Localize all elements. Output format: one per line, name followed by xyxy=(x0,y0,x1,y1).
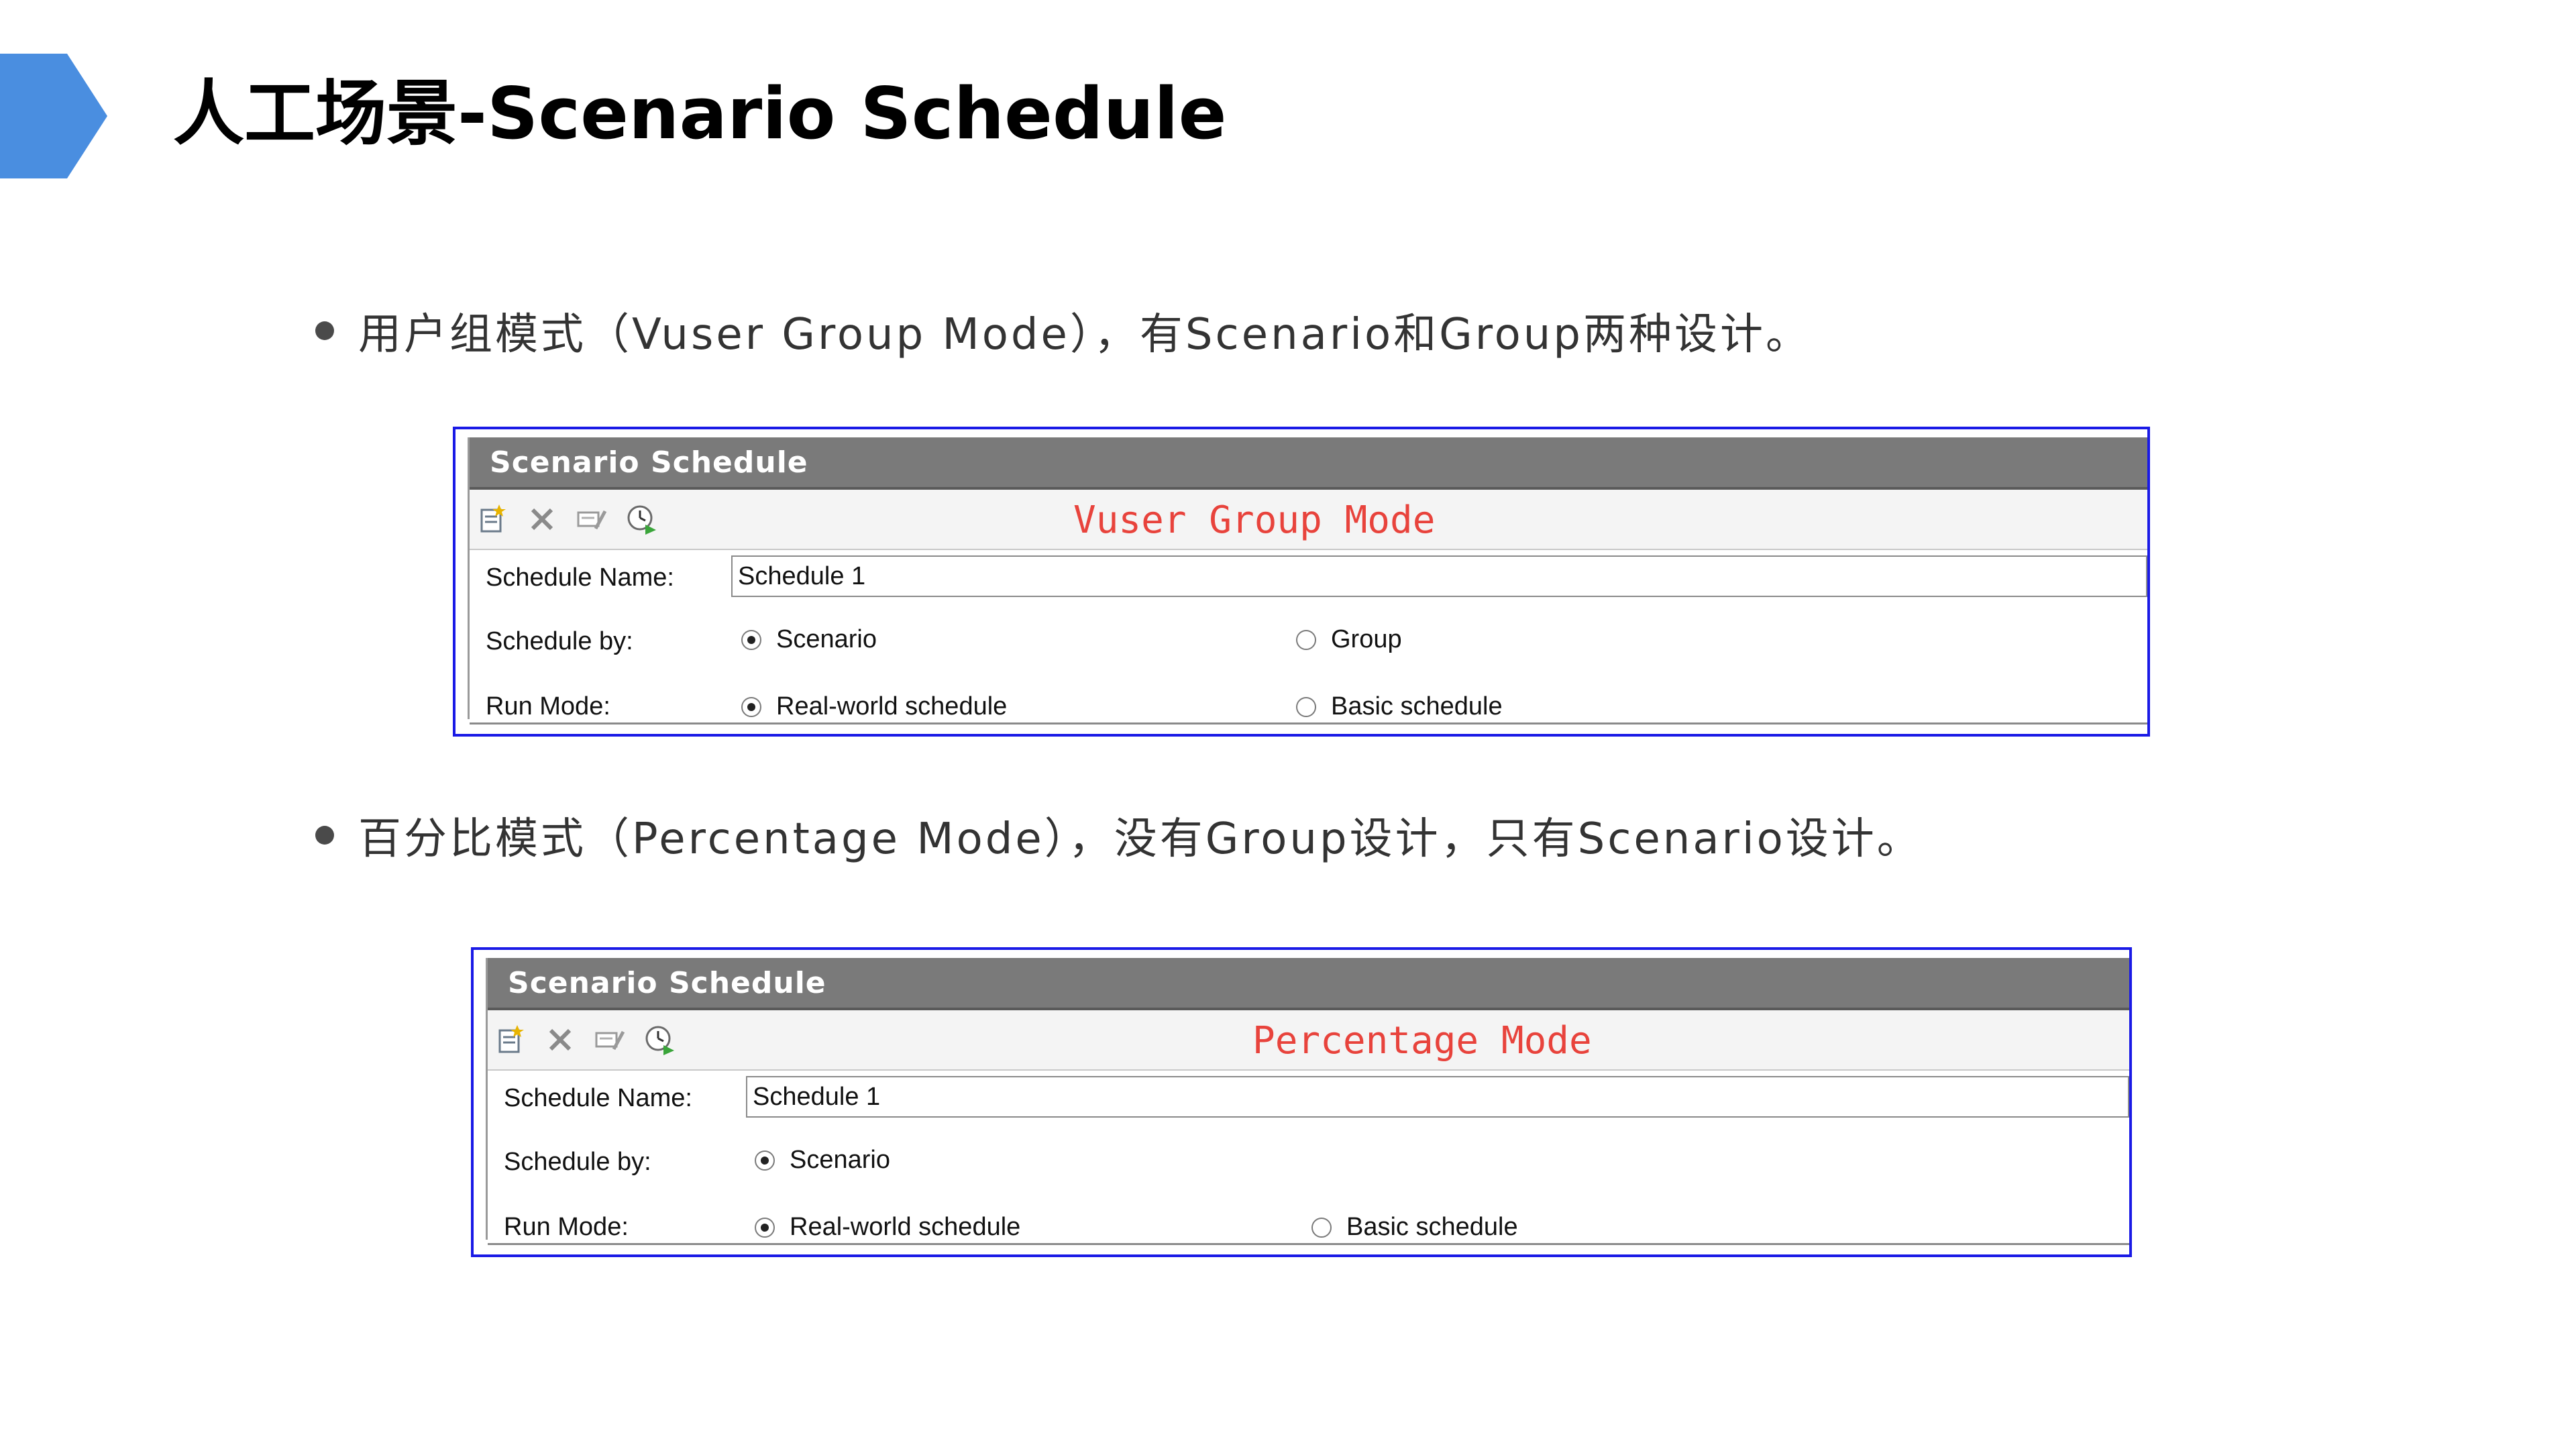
bullet-dot-icon xyxy=(315,321,334,340)
radio-label: Real-world schedule xyxy=(776,692,1008,720)
radio-unchecked-icon xyxy=(1311,1217,1332,1238)
radio-run-mode-basic[interactable]: Basic schedule xyxy=(1311,1213,1518,1242)
radio-label: Basic schedule xyxy=(1346,1213,1518,1241)
schedule-name-input[interactable]: Schedule 1 xyxy=(746,1076,2129,1118)
schedule-clock-icon[interactable] xyxy=(641,1021,678,1059)
rename-icon[interactable] xyxy=(591,1021,629,1059)
bullet-dot-icon xyxy=(315,826,334,845)
form-divider xyxy=(470,722,2147,724)
radio-schedule-by-group[interactable]: Group xyxy=(1296,625,1402,654)
radio-checked-icon xyxy=(755,1217,775,1238)
bullet-text: 百分比模式（Percentage Mode），没有Group设计，只有Scena… xyxy=(358,814,1923,864)
rename-icon[interactable] xyxy=(573,500,610,538)
delete-icon[interactable] xyxy=(523,500,561,538)
panel-title: Scenario Schedule xyxy=(490,445,808,480)
radio-checked-icon xyxy=(741,696,761,717)
radio-unchecked-icon xyxy=(1296,696,1316,717)
radio-label: Scenario xyxy=(790,1146,890,1174)
radio-run-mode-basic[interactable]: Basic schedule xyxy=(1296,692,1503,721)
mode-label-percentage: Percentage Mode xyxy=(1252,1018,1592,1063)
radio-checked-icon xyxy=(755,1150,775,1171)
schedule-toolbar: Vuser Group Mode xyxy=(470,490,2147,550)
scenario-schedule-panel-percentage: Scenario Schedule Percentage Mode Schedu… xyxy=(471,947,2132,1257)
radio-checked-icon xyxy=(741,629,761,650)
panel-window: Scenario Schedule Percentage Mode Schedu… xyxy=(486,958,2129,1245)
panel-window: Scenario Schedule Vuser Group Mode Sched… xyxy=(468,437,2147,724)
radio-unchecked-icon xyxy=(1296,629,1316,650)
new-schedule-icon[interactable] xyxy=(492,1021,529,1059)
panel-title-bar: Scenario Schedule xyxy=(488,958,2129,1010)
chevron-right-icon xyxy=(0,54,107,178)
panel-title-bar: Scenario Schedule xyxy=(470,437,2147,490)
run-mode-label: Run Mode: xyxy=(504,1213,629,1241)
schedule-by-label: Schedule by: xyxy=(504,1148,651,1176)
run-mode-label: Run Mode: xyxy=(486,692,610,720)
schedule-by-label: Schedule by: xyxy=(486,627,633,655)
radio-label: Group xyxy=(1331,625,1402,653)
form-divider xyxy=(488,1243,2129,1245)
radio-label: Real-world schedule xyxy=(790,1213,1021,1241)
schedule-clock-icon[interactable] xyxy=(623,500,660,538)
radio-label: Scenario xyxy=(776,625,877,653)
schedule-form: Schedule Name: Schedule 1 Schedule by: S… xyxy=(488,1071,2129,1245)
schedule-form: Schedule Name: Schedule 1 Schedule by: S… xyxy=(470,550,2147,724)
bullet-vuser-group-mode: 用户组模式（Vuser Group Mode），有Scenario和Group两… xyxy=(315,294,1811,368)
delete-icon[interactable] xyxy=(541,1021,579,1059)
new-schedule-icon[interactable] xyxy=(474,500,511,538)
radio-run-mode-real-world[interactable]: Real-world schedule xyxy=(741,692,1007,721)
schedule-name-input[interactable]: Schedule 1 xyxy=(731,555,2147,597)
radio-run-mode-real-world[interactable]: Real-world schedule xyxy=(755,1213,1020,1242)
scenario-schedule-panel-vuser-group: Scenario Schedule Vuser Group Mode Sched… xyxy=(453,427,2150,737)
schedule-toolbar: Percentage Mode xyxy=(488,1010,2129,1071)
schedule-name-label: Schedule Name: xyxy=(504,1084,692,1112)
bullet-text: 用户组模式（Vuser Group Mode），有Scenario和Group两… xyxy=(358,310,1811,360)
schedule-name-label: Schedule Name: xyxy=(486,564,674,592)
panel-title: Scenario Schedule xyxy=(508,965,826,1000)
bullet-percentage-mode: 百分比模式（Percentage Mode），没有Group设计，只有Scena… xyxy=(315,798,1923,872)
radio-schedule-by-scenario[interactable]: Scenario xyxy=(741,625,877,654)
mode-label-vuser-group: Vuser Group Mode xyxy=(1073,498,1436,542)
radio-schedule-by-scenario[interactable]: Scenario xyxy=(755,1146,890,1175)
radio-label: Basic schedule xyxy=(1331,692,1503,720)
slide-title: 人工场景-Scenario Schedule xyxy=(173,72,1227,155)
